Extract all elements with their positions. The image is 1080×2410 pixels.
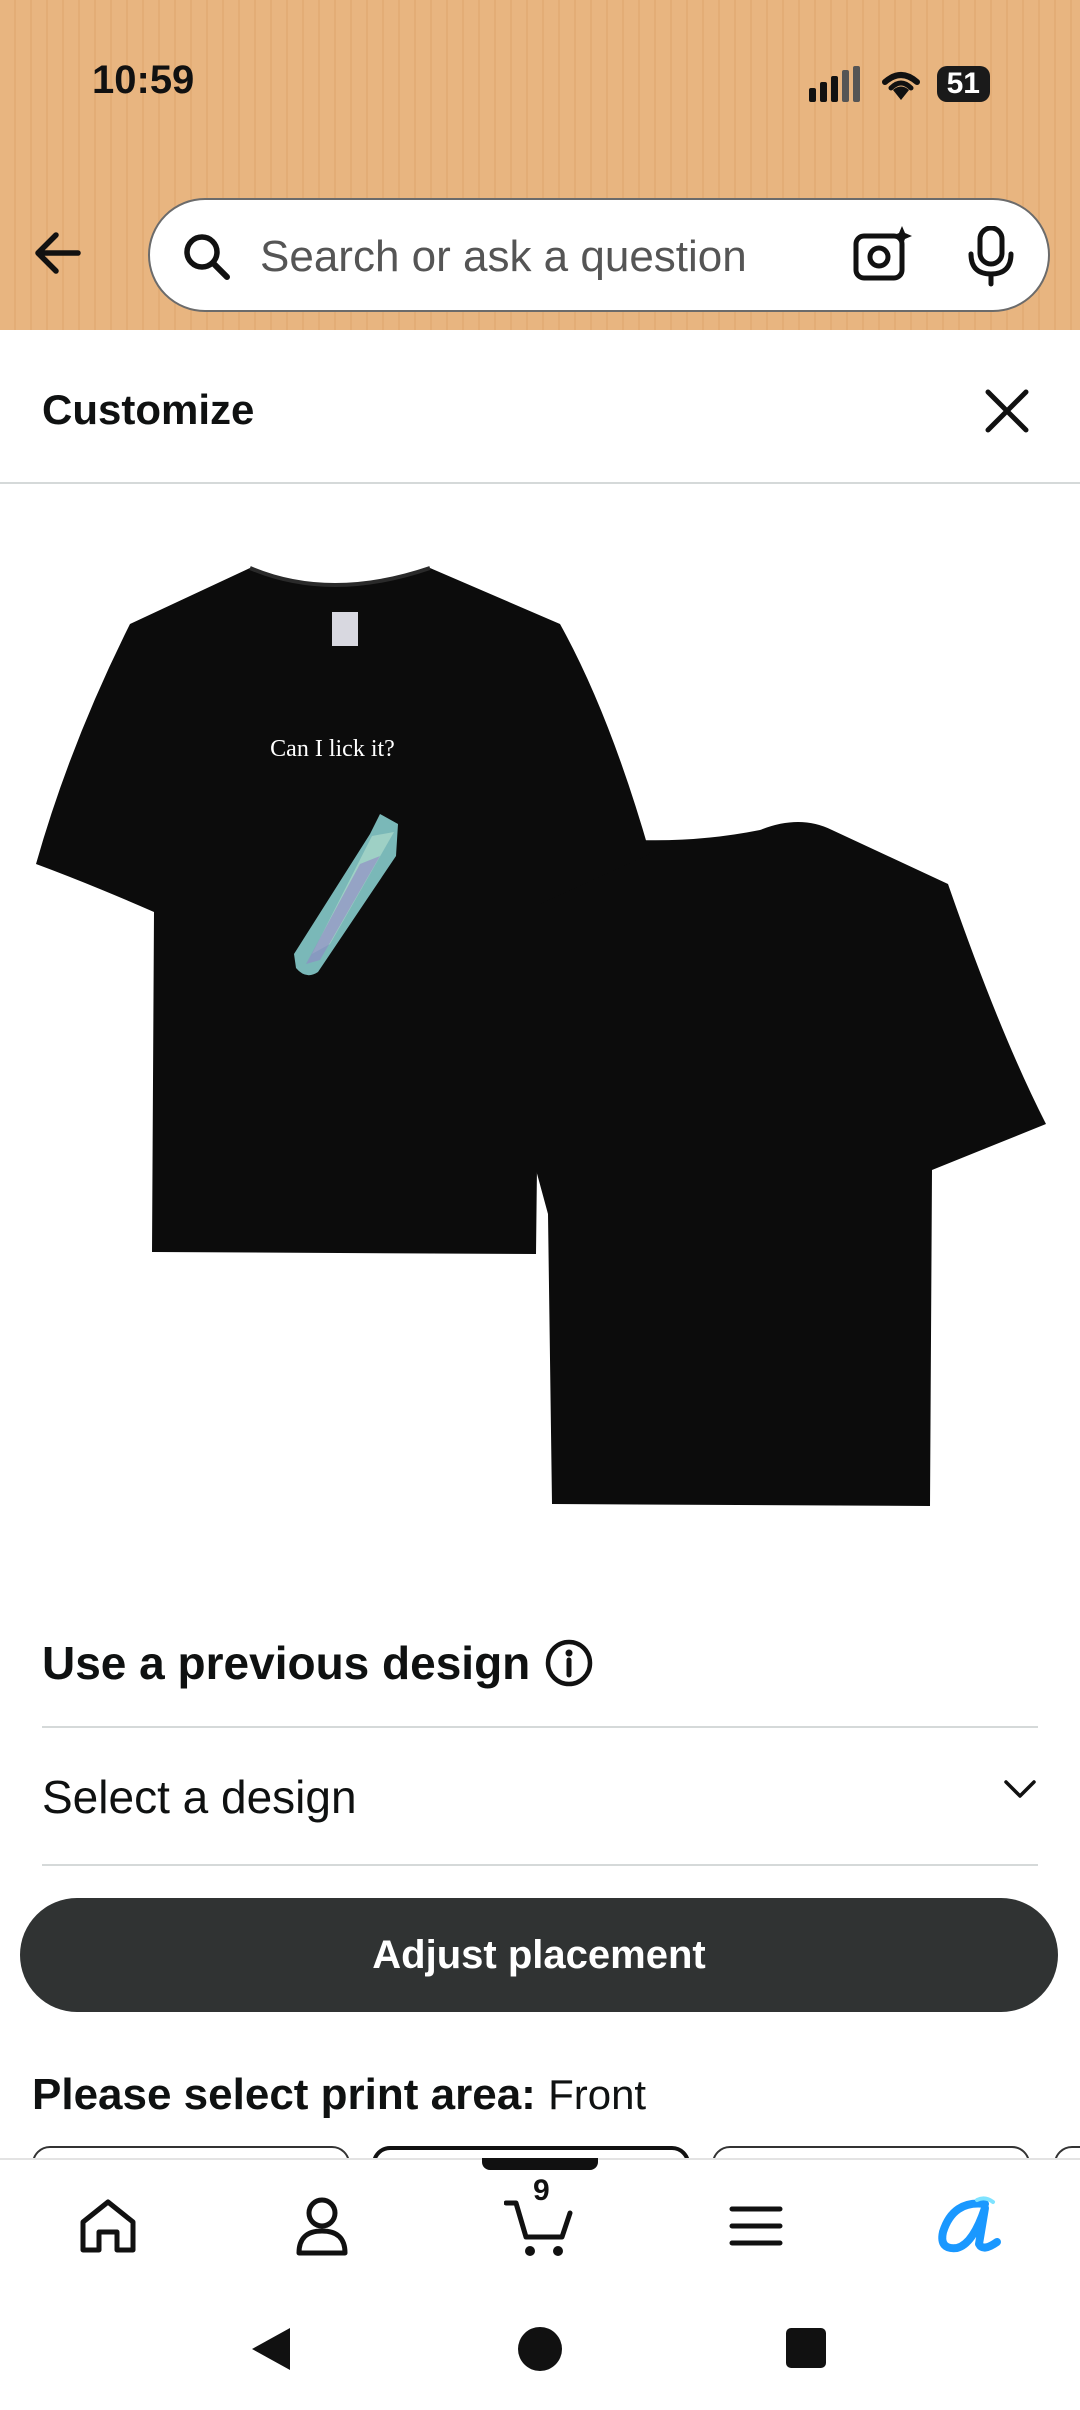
system-recents-icon[interactable] xyxy=(784,2326,828,2370)
home-icon xyxy=(80,2199,136,2253)
microphone-icon[interactable] xyxy=(964,226,1018,288)
menu-icon xyxy=(729,2206,783,2246)
system-back-icon[interactable] xyxy=(248,2324,296,2374)
print-area-value: Front xyxy=(548,2071,647,2118)
chevron-down-icon xyxy=(1004,1780,1036,1798)
print-area-label: Please select print area: xyxy=(32,2070,536,2119)
search-bar[interactable]: Search or ask a question xyxy=(148,198,1050,312)
signal-icon xyxy=(808,66,860,102)
system-nav-bar xyxy=(0,2290,1080,2410)
status-time: 10:59 xyxy=(92,58,195,102)
previous-design-title: Use a previous design xyxy=(42,1637,531,1689)
shirt-print-text: Can I lick it? xyxy=(270,736,395,762)
close-icon[interactable] xyxy=(984,388,1030,434)
print-area-heading: Please select print area: Front xyxy=(32,2070,646,2120)
nav-home[interactable] xyxy=(68,2186,148,2266)
customize-title: Customize xyxy=(42,386,255,433)
previous-design-heading: Use a previous design xyxy=(42,1636,594,1690)
camera-sparkle-icon[interactable] xyxy=(852,224,914,286)
rufus-icon xyxy=(938,2196,1001,2253)
adjust-placement-button[interactable]: Adjust placement xyxy=(20,1898,1058,2012)
tshirt-front-image xyxy=(36,566,650,1254)
customize-header: Customize xyxy=(0,330,1080,484)
design-select-label: Select a design xyxy=(42,1771,357,1823)
nav-account[interactable] xyxy=(282,2186,362,2266)
wifi-icon xyxy=(881,72,920,100)
header-bar: 10:59 51 Search or ask a question xyxy=(0,0,1080,330)
cart-count-badge: 9 xyxy=(533,2174,550,2207)
info-icon[interactable] xyxy=(544,1638,594,1688)
system-home-icon[interactable] xyxy=(515,2324,565,2374)
nav-rufus[interactable] xyxy=(928,2186,1008,2266)
product-preview: Can I lick it? xyxy=(0,484,1080,1564)
nav-menu[interactable] xyxy=(716,2186,796,2266)
search-icon xyxy=(184,234,230,280)
divider xyxy=(42,1864,1038,1866)
status-icons: 51 xyxy=(808,62,990,106)
search-input[interactable]: Search or ask a question xyxy=(260,232,747,282)
battery-indicator: 51 xyxy=(936,66,990,102)
design-select[interactable]: Select a design xyxy=(42,1728,1038,1864)
account-icon xyxy=(296,2197,348,2256)
back-arrow-icon[interactable] xyxy=(28,222,90,284)
sheet-handle[interactable] xyxy=(482,2158,598,2170)
